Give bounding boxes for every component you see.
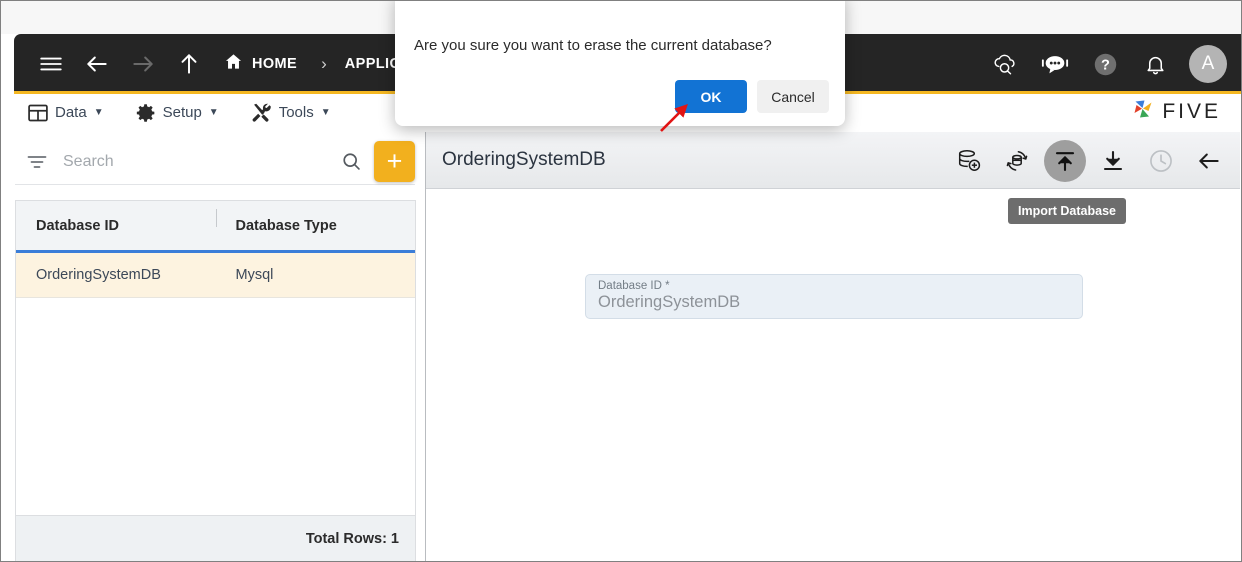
grid-icon <box>28 104 48 122</box>
breadcrumb-home-label: HOME <box>252 56 298 72</box>
nav-right-group: ? A <box>985 34 1227 94</box>
menu-icon[interactable] <box>28 41 74 87</box>
up-icon[interactable] <box>166 41 212 87</box>
search-bar: + <box>15 139 415 185</box>
home-icon <box>224 52 243 76</box>
table-row[interactable]: OrderingSystemDB Mysql <box>16 253 415 298</box>
database-id-field[interactable]: Database ID * OrderingSystemDB <box>585 274 1083 319</box>
menu-item-tools[interactable]: Tools ▼ <box>237 94 349 131</box>
menu-item-setup[interactable]: Setup ▼ <box>122 94 237 131</box>
svg-text:?: ? <box>1101 57 1110 73</box>
search-icon[interactable] <box>341 151 374 172</box>
chevron-down-icon: ▼ <box>208 107 219 118</box>
total-rows-label: Total Rows: 1 <box>305 531 399 547</box>
database-id-value: OrderingSystemDB <box>598 293 741 311</box>
database-detail-panel: OrderingSystemDB Import Database Databas… <box>426 132 1240 560</box>
back-arrow-icon[interactable] <box>1188 140 1230 182</box>
content-toolbar <box>948 132 1230 189</box>
search-input[interactable] <box>49 151 341 172</box>
grid-footer: Total Rows: 1 <box>16 515 415 561</box>
confirm-dialog: Are you sure you want to erase the curre… <box>395 1 845 126</box>
grid-body: OrderingSystemDB Mysql <box>16 253 415 503</box>
database-id-label: Database ID * <box>598 280 670 292</box>
chevron-down-icon: ▼ <box>320 107 331 118</box>
menu-item-data[interactable]: Data ▼ <box>14 94 122 131</box>
grid-header-row: Database ID Database Type <box>16 201 415 253</box>
tools-icon <box>251 102 272 123</box>
confirm-dialog-actions: OK Cancel <box>675 80 829 113</box>
help-icon[interactable]: ? <box>1085 44 1125 84</box>
cell-database-id: OrderingSystemDB <box>36 267 161 283</box>
five-logo-text: FIVE <box>1162 99 1221 123</box>
filter-icon[interactable] <box>27 154 49 170</box>
column-header-database-type[interactable]: Database Type <box>215 208 416 234</box>
export-database-icon[interactable] <box>1092 140 1134 182</box>
database-grid: Database ID Database Type OrderingSystem… <box>15 200 416 561</box>
content-header: OrderingSystemDB Import Database <box>426 132 1240 224</box>
five-pinwheel-icon <box>1131 97 1155 126</box>
five-logo: FIVE <box>1131 97 1221 126</box>
cell-database-type: Mysql <box>235 267 274 283</box>
history-icon[interactable] <box>1140 140 1182 182</box>
avatar[interactable]: A <box>1189 45 1227 83</box>
refresh-database-icon[interactable] <box>996 140 1038 182</box>
cancel-button[interactable]: Cancel <box>757 80 829 113</box>
confirm-dialog-message: Are you sure you want to erase the curre… <box>414 37 772 54</box>
cloud-search-icon[interactable] <box>985 44 1025 84</box>
page-title: OrderingSystemDB <box>442 149 606 170</box>
ok-button[interactable]: OK <box>675 80 747 113</box>
app-window: HOME › APPLICATIO ? A Data ▼ Setup ▼ Too… <box>0 0 1242 562</box>
menu-item-setup-label: Setup <box>162 104 202 121</box>
bell-icon[interactable] <box>1135 44 1175 84</box>
gear-icon <box>136 103 156 123</box>
import-database-tooltip: Import Database <box>1008 198 1126 224</box>
breadcrumb-separator: › <box>321 54 327 73</box>
nav-left-group: HOME › APPLICATIO <box>14 41 436 87</box>
import-database-icon[interactable] <box>1044 139 1086 182</box>
add-database-icon[interactable] <box>948 140 990 182</box>
database-list-panel: + Database ID Database Type OrderingSyst… <box>2 132 426 561</box>
chevron-down-icon: ▼ <box>93 107 104 118</box>
column-header-database-id[interactable]: Database ID <box>16 218 216 234</box>
menu-item-tools-label: Tools <box>278 104 314 121</box>
chat-bot-icon[interactable] <box>1035 44 1075 84</box>
back-icon[interactable] <box>74 41 120 87</box>
forward-icon[interactable] <box>120 41 166 87</box>
menu-item-data-label: Data <box>55 104 87 121</box>
breadcrumb-home[interactable]: HOME <box>212 52 303 76</box>
add-database-button[interactable]: + <box>374 141 415 182</box>
